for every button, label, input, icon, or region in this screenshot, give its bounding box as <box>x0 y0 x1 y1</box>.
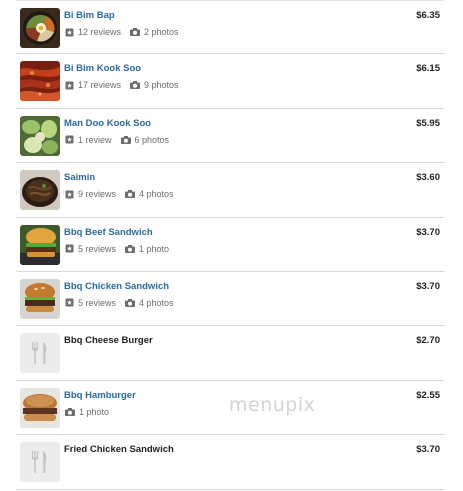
review-icon <box>65 244 74 253</box>
item-price: $5.95 <box>416 117 440 129</box>
photo-count[interactable]: 1 photo <box>139 244 169 254</box>
photo-count[interactable]: 4 photos <box>139 189 174 199</box>
sandwich-photo[interactable] <box>20 224 60 265</box>
menu-item: Fried Chicken Sandwich $3.70 <box>16 435 444 490</box>
item-name[interactable]: Man Doo Kook Soo <box>64 118 151 129</box>
fork-knife-icon <box>32 451 47 474</box>
review-count[interactable]: 12 reviews <box>78 27 121 37</box>
review-icon <box>65 81 74 90</box>
review-count[interactable]: 5 reviews <box>78 244 116 254</box>
item-name[interactable]: Bbq Chicken Sandwich <box>64 281 169 292</box>
placeholder-photo <box>20 333 60 374</box>
camera-icon <box>120 135 131 144</box>
item-meta: 1 review 6 photos <box>65 135 169 145</box>
placeholder-photo <box>20 442 60 483</box>
item-price: $2.70 <box>416 335 440 347</box>
photo-count[interactable]: 6 photos <box>135 135 170 145</box>
item-name[interactable]: Saimin <box>64 172 95 183</box>
item-name[interactable]: Bi Bim Bap <box>64 10 115 21</box>
item-meta: 5 reviews 4 photos <box>65 298 174 308</box>
soup-photo[interactable] <box>20 115 60 156</box>
hamburger-photo[interactable] <box>20 387 60 428</box>
saimin-photo[interactable] <box>20 170 60 211</box>
review-icon <box>65 190 74 199</box>
fork-knife-icon <box>32 342 47 365</box>
review-icon <box>65 135 74 144</box>
item-price: $6.15 <box>416 63 440 75</box>
camera-icon <box>65 407 75 416</box>
camera-icon <box>130 81 141 90</box>
item-price: $3.70 <box>416 280 440 292</box>
review-icon <box>65 28 74 36</box>
menu-list: Bi Bim Bap 12 reviews 2 photos $6.35 Bi … <box>16 0 444 490</box>
item-name[interactable]: Bbq Beef Sandwich <box>64 227 153 238</box>
item-price: $3.70 <box>416 444 440 456</box>
item-price: $3.60 <box>416 172 440 184</box>
review-count[interactable]: 1 review <box>78 135 112 145</box>
item-price: $3.70 <box>416 226 440 238</box>
photo-count[interactable]: 9 photos <box>144 80 179 90</box>
noodles-photo[interactable] <box>20 61 60 102</box>
photo-count[interactable]: 2 photos <box>144 27 179 37</box>
review-icon <box>65 298 74 307</box>
review-count[interactable]: 17 reviews <box>78 80 121 90</box>
item-meta: 17 reviews 9 photos <box>65 80 179 90</box>
item-meta: 5 reviews 1 photo <box>65 244 169 254</box>
review-count[interactable]: 5 reviews <box>78 298 116 308</box>
menu-item[interactable]: Bbq Beef Sandwich 5 reviews 1 photo $3.7… <box>16 218 444 272</box>
item-meta: 9 reviews 4 photos <box>65 189 174 199</box>
menu-item[interactable]: Bi Bim Kook Soo 17 reviews 9 photos $6.1… <box>16 54 444 109</box>
watermark: menupix <box>229 394 316 416</box>
photo-count[interactable]: 4 photos <box>139 298 174 308</box>
item-meta: 1 photo <box>65 407 109 417</box>
camera-icon <box>125 244 136 253</box>
photo-count[interactable]: 1 photo <box>79 407 109 417</box>
menu-item: Bbq Cheese Burger $2.70 <box>16 326 444 381</box>
item-name: Fried Chicken Sandwich <box>64 444 174 456</box>
item-name: Bbq Cheese Burger <box>64 335 153 347</box>
camera-icon <box>125 298 136 307</box>
review-count[interactable]: 9 reviews <box>78 189 116 199</box>
menu-item[interactable]: Saimin 9 reviews 4 photos $3.60 <box>16 163 444 218</box>
item-name[interactable]: Bbq Hamburger <box>64 390 136 401</box>
item-price: $6.35 <box>416 10 440 21</box>
menu-item[interactable]: Bbq Chicken Sandwich 5 reviews 4 photos … <box>16 272 444 327</box>
burger-photo[interactable] <box>20 278 60 319</box>
camera-icon <box>125 190 136 199</box>
menu-item[interactable]: Bi Bim Bap 12 reviews 2 photos $6.35 <box>16 0 444 55</box>
item-name[interactable]: Bi Bim Kook Soo <box>64 63 141 74</box>
item-price: $2.55 <box>416 389 440 401</box>
menu-item[interactable]: Man Doo Kook Soo 1 review 6 photos $5.95 <box>16 109 444 164</box>
item-meta: 12 reviews 2 photos <box>65 27 179 37</box>
camera-icon <box>130 28 141 36</box>
bibimbap-photo[interactable] <box>20 8 60 48</box>
